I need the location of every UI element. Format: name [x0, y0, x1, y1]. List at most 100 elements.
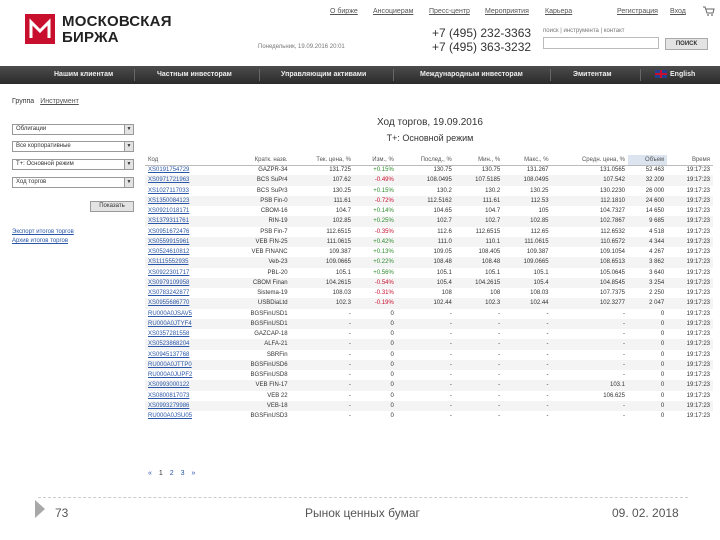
board-group-select[interactable]: Все корпоративные ▼	[12, 141, 134, 152]
pager-page-3[interactable]: 3	[181, 470, 185, 477]
export-results-link[interactable]: Экспорт итогов торгов	[12, 228, 74, 237]
col-header-current-price[interactable]: Тек. цена, %	[290, 155, 354, 166]
market-select[interactable]: Облигации ▼	[12, 124, 134, 135]
table-row[interactable]: XS0524610812 VEB FINANC 109.387 +0.13% 109.0…	[145, 247, 713, 257]
col-header-last[interactable]: Послед., %	[396, 155, 455, 166]
table-row[interactable]: RU000A0JTTP0 BGSFinUSD6-0- - - -0 19:17:23	[145, 359, 713, 370]
table-row[interactable]: XS0993000122 VEB FIN-17-0- - -103.1 0 19:17:2…	[145, 380, 713, 391]
pager-prev[interactable]: «	[148, 470, 152, 477]
col-header-time[interactable]: Время	[667, 155, 713, 166]
cell-code[interactable]: XS0979109958	[145, 277, 224, 288]
search-options[interactable]: поиск | инструмента | контакт	[543, 28, 625, 34]
table-row[interactable]: XS0922301717 PBL-20 105.1 +0.56% 105.1 105.1 1…	[145, 268, 713, 278]
archive-results-link[interactable]: Архив итогов торгов	[12, 237, 74, 246]
table-row[interactable]: XS0523868204 ALFA-21-0- - - -0 19:17:23	[145, 339, 713, 350]
table-row[interactable]: RU000A0JSAV5 BGSFinUSD1 - 0 - - - - 0 19:17:23	[145, 309, 713, 319]
table-row[interactable]: XS0945137768 SBRFin - 0 - - - - 0 19:17:23	[145, 350, 713, 360]
cell-code[interactable]: XS0524610812	[145, 247, 224, 257]
cell-code[interactable]: RU000A0JTTP0	[145, 359, 224, 370]
table-row[interactable]: XS1379311761 RIN-19 102.85 +0.25% 102.7 102.7…	[145, 216, 713, 227]
col-header-max[interactable]: Макс., %	[503, 155, 552, 166]
table-row[interactable]: XS1027117033 BCS SuPr3 130.25 +0.15% 130.2 13…	[145, 186, 713, 196]
show-button[interactable]: Показать	[90, 201, 134, 212]
table-row[interactable]: RU000A0JUPF2 BGSFinUSD8 - 0 - - - - 0 19:17:23	[145, 370, 713, 380]
search-button[interactable]: ПОИСК	[665, 38, 708, 50]
cell-code[interactable]: XS1027117033	[145, 186, 224, 196]
cell-code[interactable]: XS0922301717	[145, 268, 224, 278]
top-link-career[interactable]: Карьера	[545, 8, 572, 15]
table-header-row: Код Кратк. назв. Тек. цена, % Изм., % По…	[145, 155, 713, 166]
cell-code[interactable]: XS1115552935	[145, 257, 224, 268]
col-header-avg-price[interactable]: Средн. цена, %	[551, 155, 628, 166]
nav-english[interactable]: English	[655, 66, 695, 84]
cell-code[interactable]: RU000A0JTYF4	[145, 318, 224, 329]
cell-min: -	[454, 339, 504, 350]
top-link-login[interactable]: Вход	[670, 8, 686, 15]
top-link-about[interactable]: О бирже	[330, 8, 358, 15]
top-link-register[interactable]: Регистрация	[617, 8, 658, 15]
search-input[interactable]	[543, 37, 659, 49]
logo-text[interactable]: МОСКОВСКАЯ БИРЖА	[62, 14, 172, 46]
cell-code[interactable]: XS0993279986	[145, 400, 224, 411]
col-header-volume[interactable]: Объем	[628, 155, 668, 166]
table-row[interactable]: XS0191754729 GAZPR-34 131.725 +0.15% 130.75 1…	[145, 165, 713, 175]
cell-code[interactable]: XS0523868204	[145, 339, 224, 350]
table-row[interactable]: XS0979109958 CBOM Finan 104.2615 -0.54% 105.…	[145, 277, 713, 288]
cell-code[interactable]: RU000A0JSU05	[145, 411, 224, 421]
table-row[interactable]: XS0559915961 VEB FIN-25 111.0615 +0.42% 111.…	[145, 236, 713, 247]
cell-code[interactable]: XS0951672476	[145, 227, 224, 237]
logo-icon[interactable]	[25, 14, 55, 44]
cell-code[interactable]: RU000A0JSAV5	[145, 309, 224, 319]
cell-code[interactable]: XS0921018171	[145, 206, 224, 216]
table-row[interactable]: XS0357281558 GAZCAP-18 - 0 - - - - 0 19:17:23	[145, 329, 713, 339]
top-link-press[interactable]: Пресс-центр	[429, 8, 470, 15]
cell-code[interactable]: XS1379311761	[145, 216, 224, 227]
cell-code[interactable]: XS0800817073	[145, 391, 224, 401]
top-link-events[interactable]: Мероприятия	[485, 8, 529, 15]
table-row[interactable]: XS0955686770 USBDiaLtd 102.3 -0.19% 102.44 10…	[145, 298, 713, 309]
cell-code[interactable]: XS0945137768	[145, 350, 224, 360]
cell-code[interactable]: XS0559915961	[145, 236, 224, 247]
pager-page-1[interactable]: 1	[159, 470, 163, 477]
nav-private-investors[interactable]: Частным инвесторам	[157, 66, 232, 84]
top-link-shareholders[interactable]: Ансоциерам	[373, 8, 413, 15]
nav-clients[interactable]: Нашим клиентам	[54, 66, 113, 84]
trading-mode-select[interactable]: Т+: Основной режим ▼	[12, 159, 134, 170]
table-row[interactable]: XS0951672476 PSB Fin-7 112.6515 -0.35% 112.6…	[145, 227, 713, 237]
cell-short-name: PSB Fin-0	[223, 195, 291, 206]
col-header-code[interactable]: Код	[145, 155, 224, 166]
nav-asset-managers[interactable]: Управляющим активами	[281, 66, 366, 84]
tab-group[interactable]: Группа	[12, 98, 34, 105]
cell-code[interactable]: XS0357281558	[145, 329, 224, 339]
col-header-short-name[interactable]: Кратк. назв.	[223, 155, 291, 166]
table-row[interactable]: XS1115552935 Veb-23 109.0665 +0.22% 108.48 10…	[145, 257, 713, 268]
table-row[interactable]: XS0971721963 BCS SuPr4 107.62 -0.49% 108.049…	[145, 175, 713, 186]
table-row[interactable]: RU000A0JSU05 BGSFinUSD3 - 0 - - - - 0 19:17:23	[145, 411, 713, 421]
nav-issuers[interactable]: Эмитентам	[573, 66, 612, 84]
cell-current-price: -	[348, 331, 351, 338]
cart-icon[interactable]	[703, 6, 715, 19]
cell-current-price: 102.3	[290, 298, 354, 309]
pager-next[interactable]: »	[191, 470, 195, 477]
cell-code[interactable]: XS1350084123	[145, 195, 224, 206]
col-header-min[interactable]: Мин., %	[454, 155, 504, 166]
table-row[interactable]: XS0921018171 CBOM-16 104.7 +0.14% 104.65 104.…	[145, 206, 713, 216]
table-row[interactable]: XS0993279986 VEB-18-0- - - -0 19:17:23	[145, 400, 713, 411]
table-row[interactable]: RU000A0JTYF4 BGSFinUSD1-0- - - -0 19:17:23	[145, 318, 713, 329]
cell-code[interactable]: XS0783242877	[145, 288, 224, 298]
view-select[interactable]: Ход торгов ▼	[12, 177, 134, 188]
tab-instrument[interactable]: Инструмент	[40, 98, 79, 105]
pager-page-2[interactable]: 2	[170, 470, 174, 477]
nav-international-investors[interactable]: Международным инвесторам	[420, 66, 523, 84]
cell-code[interactable]: XS0971721963	[145, 175, 224, 186]
cell-code[interactable]: RU000A0JUPF2	[145, 370, 224, 380]
table-row[interactable]: XS0800817073 VEB 22 - 0 - - - 106.625 0 19:17:23	[145, 391, 713, 401]
cell-code[interactable]: XS0993000122	[145, 380, 224, 391]
cell-time: 19:17:23	[686, 351, 710, 358]
cell-code[interactable]: XS0191754729	[145, 165, 224, 175]
cell-code[interactable]: XS0955686770	[145, 298, 224, 309]
nav-separator	[134, 69, 135, 81]
col-header-change[interactable]: Изм., %	[353, 155, 397, 166]
table-row[interactable]: XS1350084123 PSB Fin-0 111.61 -0.72% 112.516…	[145, 195, 713, 206]
table-row[interactable]: XS0783242877 Sistema-19 108.03 -0.31% 108 108…	[145, 288, 713, 298]
